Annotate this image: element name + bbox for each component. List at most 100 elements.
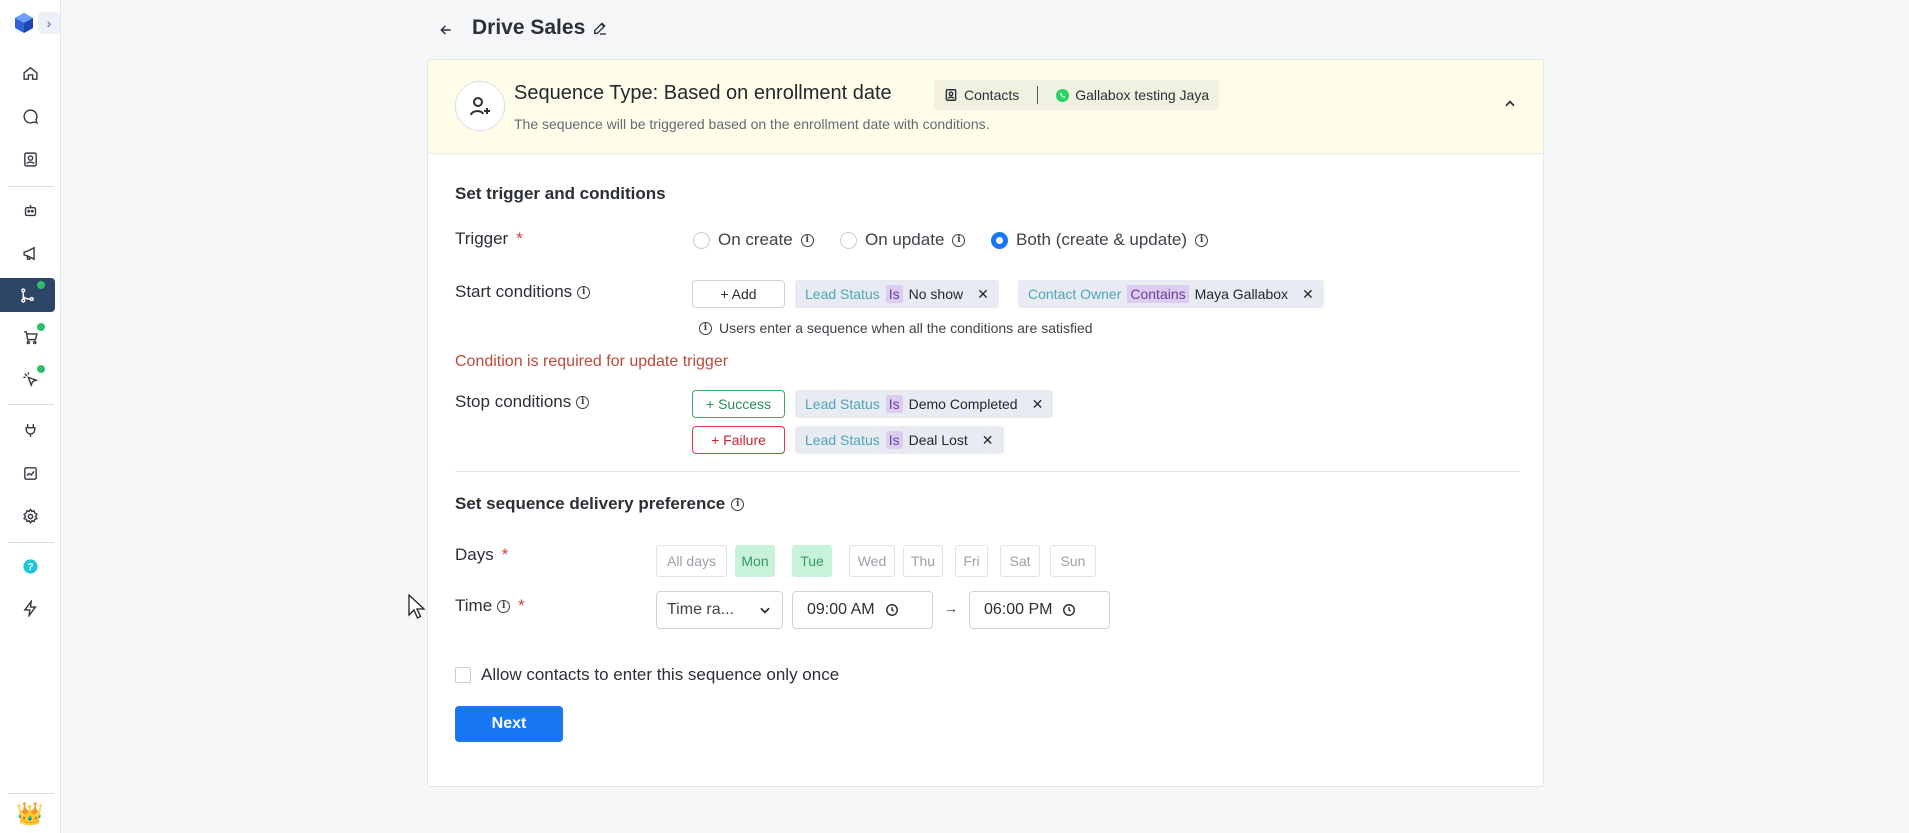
radio-label: On update xyxy=(865,230,945,249)
info-icon[interactable]: i xyxy=(731,497,745,511)
sidebar-item-tracking[interactable] xyxy=(8,362,52,396)
add-success-button[interactable]: + Success xyxy=(692,390,785,418)
radio-both[interactable]: Both (create & update) i xyxy=(991,230,1209,250)
plug-icon xyxy=(25,423,35,437)
chat-icon xyxy=(22,108,38,124)
info-icon[interactable]: i xyxy=(952,233,966,247)
radio-label: Both (create & update) xyxy=(1016,230,1188,249)
add-condition-button[interactable]: + Add xyxy=(692,280,785,308)
sidebar-expand-button[interactable]: › xyxy=(38,12,60,34)
start-time-input[interactable]: 09:00 AM xyxy=(792,591,933,629)
condition-field: Lead Status xyxy=(805,396,880,412)
pencil-icon xyxy=(594,22,606,35)
clock-icon xyxy=(1063,604,1076,616)
time-mode-select[interactable]: Time ra... xyxy=(656,591,783,629)
contacts-label: Contacts xyxy=(964,87,1020,103)
sequence-type-title: Sequence Type: Based on enrollment date xyxy=(514,82,892,104)
sidebar-item-home[interactable] xyxy=(8,56,52,90)
contacts-book-icon xyxy=(945,89,957,101)
day-wed[interactable]: Wed xyxy=(849,545,895,577)
day-thu[interactable]: Thu xyxy=(903,545,943,577)
sidebar: › ? 👑 xyxy=(0,0,61,833)
trigger-label-text: Trigger xyxy=(455,229,509,248)
contacts-book-icon xyxy=(23,151,37,167)
start-condition-chip[interactable]: Lead Status Is No show ✕ xyxy=(795,280,999,308)
radio-on-create[interactable]: On create i xyxy=(693,230,814,250)
trigger-section-title-text: Set trigger and conditions xyxy=(455,184,666,203)
radio-circle xyxy=(840,231,857,249)
sidebar-item-contacts[interactable] xyxy=(8,142,52,176)
close-icon[interactable]: ✕ xyxy=(1032,396,1044,413)
sidebar-item-settings[interactable] xyxy=(8,499,52,533)
required-mark: * xyxy=(516,229,523,248)
day-all[interactable]: All days xyxy=(656,545,727,577)
day-fri[interactable]: Fri xyxy=(955,545,988,577)
crown-avatar-icon[interactable]: 👑 xyxy=(16,802,44,826)
arrow-right-icon: → xyxy=(944,600,958,616)
sequence-type-header: Sequence Type: Based on enrollment date … xyxy=(428,60,1543,154)
next-button[interactable]: Next xyxy=(455,706,563,742)
start-conditions-label: Start conditions i xyxy=(455,282,591,302)
day-tue[interactable]: Tue xyxy=(792,545,832,577)
sidebar-item-commerce[interactable] xyxy=(8,320,52,354)
chevron-up-icon xyxy=(1505,100,1515,107)
success-condition-chip[interactable]: Lead Status Is Demo Completed ✕ xyxy=(795,390,1054,418)
sidebar-item-integrations[interactable] xyxy=(8,413,52,447)
sidebar-item-broadcast[interactable] xyxy=(8,236,52,270)
failure-condition-chip[interactable]: Lead Status Is Deal Lost ✕ xyxy=(795,426,1004,454)
day-sat[interactable]: Sat xyxy=(1000,545,1040,577)
bot-icon xyxy=(24,204,36,216)
sidebar-item-help[interactable]: ? xyxy=(8,549,52,583)
help-icon: ? xyxy=(22,558,38,574)
condition-value: Demo Completed xyxy=(908,396,1018,412)
info-icon[interactable]: i xyxy=(800,233,814,247)
section-divider xyxy=(455,471,1520,472)
info-icon[interactable]: i xyxy=(497,599,511,613)
channel-label: Gallabox testing Jaya xyxy=(1075,87,1210,103)
sidebar-item-bots[interactable] xyxy=(8,193,52,227)
sidebar-item-sequences[interactable] xyxy=(0,278,55,312)
sidebar-item-whats-new[interactable] xyxy=(8,591,52,625)
settings-icon xyxy=(22,507,38,524)
sequence-description: The sequence will be triggered based on … xyxy=(514,116,990,132)
clock-icon xyxy=(885,604,898,616)
chart-icon xyxy=(23,466,37,480)
condition-field: Contact Owner xyxy=(1028,286,1122,302)
cube-logo-icon[interactable] xyxy=(12,11,36,35)
sidebar-divider xyxy=(8,542,54,543)
info-icon[interactable]: i xyxy=(1195,233,1209,247)
add-failure-button[interactable]: + Failure xyxy=(692,426,785,454)
sidebar-item-analytics[interactable] xyxy=(8,456,52,490)
info-icon[interactable]: i xyxy=(576,395,590,409)
info-icon[interactable]: i xyxy=(577,285,591,299)
day-sun[interactable]: Sun xyxy=(1050,545,1096,577)
chip-separator xyxy=(1037,86,1039,104)
sidebar-item-chat[interactable] xyxy=(8,99,52,133)
close-icon[interactable]: ✕ xyxy=(982,432,994,449)
radio-on-update[interactable]: On update i xyxy=(840,230,966,250)
back-button[interactable] xyxy=(436,20,456,40)
days-label-text: Days xyxy=(455,545,494,564)
enter-once-checkbox[interactable] xyxy=(455,667,471,683)
condition-field: Lead Status xyxy=(805,286,880,302)
start-condition-chip[interactable]: Contact Owner Contains Maya Gallabox ✕ xyxy=(1018,280,1324,308)
close-icon[interactable]: ✕ xyxy=(977,286,989,303)
day-mon[interactable]: Mon xyxy=(735,545,775,577)
bolt-icon xyxy=(22,599,37,617)
sequence-card: Sequence Type: Based on enrollment date … xyxy=(427,59,1544,787)
radio-label: On create xyxy=(718,230,793,249)
radio-circle-selected xyxy=(991,231,1008,249)
time-mode-value: Time ra... xyxy=(667,601,734,618)
pointer-click-icon xyxy=(22,371,38,387)
end-time-input[interactable]: 06:00 PM xyxy=(969,591,1110,629)
radio-circle xyxy=(693,231,710,249)
edit-title-button[interactable] xyxy=(592,20,610,38)
required-mark: * xyxy=(501,545,509,564)
enter-once-checkbox-row[interactable]: Allow contacts to enter this sequence on… xyxy=(455,665,839,685)
add-user-icon xyxy=(455,81,505,131)
close-icon[interactable]: ✕ xyxy=(1302,286,1314,303)
status-dot xyxy=(37,281,45,289)
status-dot xyxy=(37,323,45,331)
collapse-button[interactable] xyxy=(1500,94,1520,114)
mouse-cursor-icon xyxy=(408,594,426,619)
